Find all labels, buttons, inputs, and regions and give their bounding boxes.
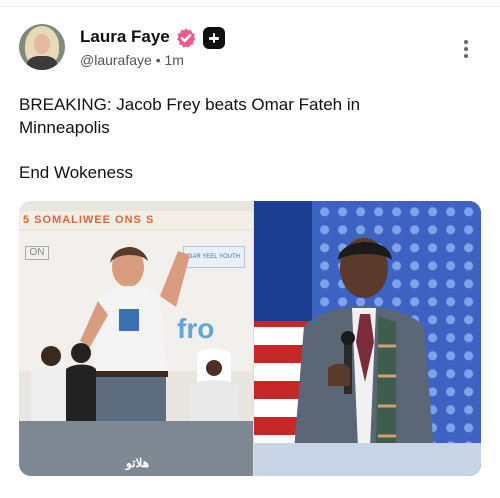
handle-line: @laurafaye • 1m — [80, 52, 184, 68]
photo-left[interactable]: 5 SOMALIWEE ONS S ON DAR YEEL YOUTH fro — [19, 201, 253, 476]
dot — [464, 47, 468, 51]
event-banner: 5 SOMALIWEE ONS S — [19, 211, 253, 229]
top-divider — [0, 6, 500, 7]
podium — [254, 443, 481, 476]
separator-dot: • — [155, 52, 161, 68]
avatar-face — [34, 34, 50, 54]
dot — [464, 54, 468, 58]
verified-badge-icon — [177, 28, 196, 48]
post-text: BREAKING: Jacob Frey beats Omar Fateh in… — [19, 93, 479, 184]
dot — [464, 40, 468, 44]
media-grid[interactable]: 5 SOMALIWEE ONS S ON DAR YEEL YOUTH fro — [19, 201, 481, 476]
timestamp[interactable]: 1m — [165, 52, 184, 68]
more-vertical-icon[interactable] — [458, 38, 474, 60]
crowd-figure — [189, 348, 239, 426]
post-text-line: BREAKING: Jacob Frey beats Omar Fateh in — [19, 95, 361, 114]
avatar-body — [27, 56, 57, 70]
post-text-line: Minneapolis — [19, 118, 110, 137]
crowd-figure — [31, 343, 96, 431]
handle[interactable]: @laurafaye — [80, 52, 152, 68]
author-name[interactable]: Laura Faye — [80, 27, 170, 47]
photo-right[interactable] — [254, 201, 481, 476]
speaker-figure — [294, 238, 434, 451]
post-text-line: End Wokeness — [19, 163, 134, 182]
plus-icon — [203, 27, 225, 49]
sponsor-sign: ON — [25, 246, 49, 260]
video-caption: هلاتو — [126, 456, 150, 470]
avatar[interactable] — [19, 24, 65, 70]
